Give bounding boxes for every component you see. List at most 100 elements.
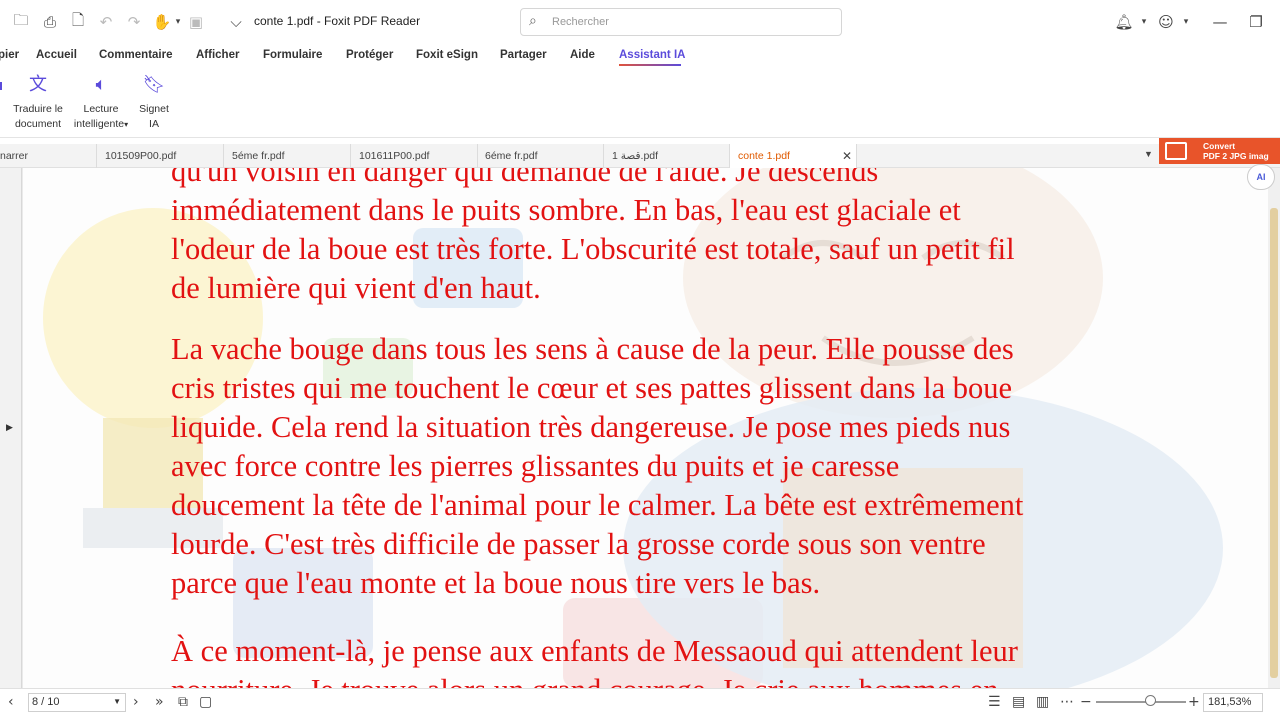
hand-dropdown-icon[interactable]: ▾ [168,12,188,32]
tab-5eme-fr[interactable]: 5éme fr.pdf [224,144,351,168]
tab-list-dropdown-icon[interactable]: ▼ [1144,149,1153,159]
ai-bookmark-button[interactable]: 🔖︎ Signet IA [136,72,172,132]
menu-item-aide[interactable]: Aide [570,49,595,61]
folder-icon[interactable]: 🗀 [11,11,31,32]
title-bar: 🗀 ⎙ 🗋 ↶ ↷ ✋ ▾ ▣ ⌵ conte 1.pdf - Foxit PD… [0,0,1280,44]
translate-document-button[interactable]: 文 Traduire le document [12,72,64,132]
tab-101611p00[interactable]: 101611P00.pdf [351,144,478,168]
menu-item-partager[interactable]: Partager [500,49,547,61]
translate-label-line1: Traduire le [13,103,63,115]
close-tab-icon[interactable]: ✕ [842,149,852,163]
paragraph-messaoud: À ce moment-là, je pense aux enfants de … [171,632,1131,688]
menu-item-assistant-ia[interactable]: Assistant IA [619,49,685,61]
tab-6eme-fr[interactable]: 6éme fr.pdf [477,144,604,168]
zoom-level-field[interactable]: 181,53% [1203,693,1263,712]
status-bar: ‹ 8 / 10 ▼ › » ⧉ ▢ ☰ ▤ ▥ ⋯ − + 181,53% [0,688,1280,720]
bell-icon[interactable]: 🔔︎ [1114,12,1134,32]
ai-assistant-float-button[interactable]: AI [1247,164,1275,190]
ribbon-overflow-indicator [0,82,2,90]
text-line: parce que l'eau monte et la boue nous ti… [171,566,821,600]
minimize-icon[interactable]: — [1210,12,1230,32]
page-number-value: 8 / 10 [32,696,60,708]
zoom-out-icon[interactable]: − [1080,694,1092,710]
paragraph-vache: La vache bouge dans tous les sens à caus… [171,330,1131,603]
expand-panel-icon[interactable]: ▶ [6,422,13,433]
reading-label-line2: intelligente [73,118,125,130]
redo-icon[interactable]: ↷ [124,12,144,32]
translate-icon: 文 [29,74,47,95]
bookmark-label-line2: IA [149,118,159,130]
menu-item-formulaire[interactable]: Formulaire [263,49,322,61]
copy-page-icon[interactable]: ⧉ [178,694,188,710]
text-line: liquide. Cela rend la situation très dan… [171,410,1011,444]
reading-label-line1: Lecture [83,103,119,115]
image-icon [1165,142,1187,160]
new-document-icon[interactable]: 🗋 [68,11,88,32]
menu-item-proteger[interactable]: Protéger [346,49,393,61]
chevron-down-icon[interactable]: ⌵ [226,12,246,32]
text-line: l'odeur de la boue est très forte. L'obs… [171,232,1015,266]
search-placeholder: Rechercher [552,16,609,28]
ad-line1: Convert [1203,141,1236,151]
tab-narrer[interactable]: narrer [0,144,97,168]
menu-item-foxit-esign[interactable]: Foxit eSign [416,49,478,61]
continuous-view-icon[interactable]: ▤ [1012,694,1025,710]
text-line: La vache bouge dans tous les sens à caus… [171,332,1014,366]
menu-item-fichier[interactable]: pier [0,49,19,61]
ad-line2: PDF 2 JPG imag [1203,151,1269,161]
pdf-page[interactable]: qu'un voisin en danger qui demande de l'… [23,168,1268,688]
bookmark-label-line1: Signet [139,103,169,115]
previous-page-icon[interactable]: ‹ [8,694,14,710]
left-panel-collapsed[interactable]: ▶ [0,168,22,688]
undo-icon[interactable]: ↶ [96,12,116,32]
text-line: qu'un voisin en danger qui demande de l'… [171,168,879,188]
reading-dropdown-icon[interactable]: ▾ [124,120,128,129]
printer-icon[interactable]: ⎙ [40,12,60,32]
text-line: nourriture. Je trouve alors un grand cou… [171,671,1131,688]
bookmark-icon: 🔖︎ [142,74,166,95]
tab-101509p00[interactable]: 101509P00.pdf [97,144,224,168]
search-icon: ⌕ [529,13,537,29]
save-icon[interactable]: ▣ [186,12,206,32]
text-line: de lumière qui vient d'en haut. [171,271,541,305]
page-number-field[interactable]: 8 / 10 ▼ [28,693,126,712]
user-icon[interactable]: ☺ [1156,12,1176,32]
next-page-icon[interactable]: › [133,694,139,710]
zoom-slider[interactable] [1096,701,1186,703]
vertical-scrollbar[interactable] [1268,168,1280,688]
document-viewport[interactable]: ▶ qu'un voisin en danger qui demande de … [0,168,1280,688]
convert-ad-banner[interactable]: Convert PDF 2 JPG imag [1159,138,1280,164]
restore-icon[interactable]: ❐ [1246,12,1266,32]
tab-qissa-1[interactable]: 1 قصة.pdf [604,144,730,168]
last-page-icon[interactable]: » [155,694,164,710]
text-line: cris tristes qui me touchent le cœur et … [171,371,1013,405]
text-line: doucement la tête de l'animal pour le ca… [171,488,1024,522]
zoom-in-icon[interactable]: + [1188,694,1200,710]
ribbon-toolbar: 文 Traduire le document 🔈︎ Lecture intell… [0,68,1280,138]
menu-item-accueil[interactable]: Accueil [36,49,77,61]
translate-label-line2: document [14,118,62,130]
account-dropdown-icon[interactable]: ▾ [1176,12,1196,32]
text-line: À ce moment-là, je pense aux enfants de … [171,634,1018,668]
active-menu-indicator [619,64,681,66]
text-line: lourde. C'est très difficile de passer l… [171,527,986,561]
text-line: avec force contre les pierres glissantes… [171,449,900,483]
menu-item-afficher[interactable]: Afficher [196,49,239,61]
speaker-icon: 🔈︎ [95,74,107,95]
view-options-icon[interactable]: ⋯ [1060,694,1074,710]
notifications-dropdown-icon[interactable]: ▾ [1134,12,1154,32]
page-dropdown-icon[interactable]: ▼ [113,697,121,706]
window-title: conte 1.pdf - Foxit PDF Reader [254,14,421,28]
two-page-view-icon[interactable]: ▥ [1036,694,1049,710]
tab-conte-1[interactable]: conte 1.pdf [730,144,857,168]
smart-reading-button[interactable]: 🔈︎ Lecture intelligente▾ [70,72,132,132]
text-line: immédiatement dans le puits sombre. En b… [171,193,961,227]
search-box[interactable]: ⌕ Rechercher [520,8,842,36]
paragraph-previous: qu'un voisin en danger qui demande de l'… [171,168,1131,308]
zoom-slider-handle[interactable] [1145,695,1156,706]
single-page-view-icon[interactable]: ☰ [988,694,1001,710]
document-tab-bar: narrer 101509P00.pdf 5éme fr.pdf 101611P… [0,144,1280,168]
scrollbar-thumb[interactable] [1270,208,1278,678]
menu-item-commentaire[interactable]: Commentaire [99,49,173,61]
fit-page-icon[interactable]: ▢ [199,694,212,710]
